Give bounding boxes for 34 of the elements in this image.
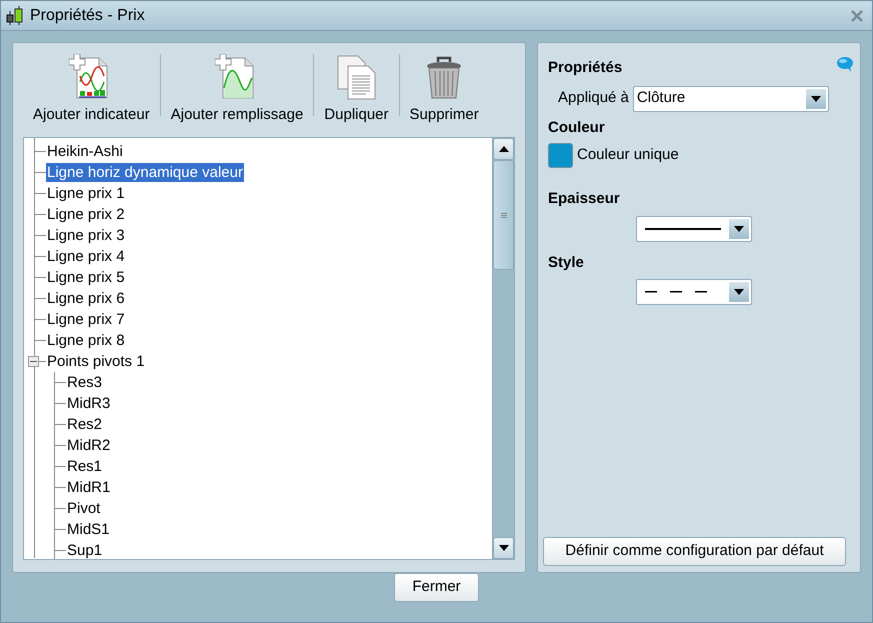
section-heading: Couleur	[548, 118, 606, 138]
tree-item[interactable]: MidR1	[66, 478, 112, 497]
tree-item[interactable]: Ligne prix 7	[46, 310, 126, 329]
tree-item[interactable]: Ligne prix 2	[46, 205, 126, 224]
tree-item[interactable]: Pivot	[66, 499, 102, 518]
default-config-button[interactable]: Définir comme configuration par défaut	[543, 537, 846, 566]
tree-item[interactable]: Ligne horiz dynamique valeur	[46, 163, 244, 182]
section-heading: Propriétés	[548, 58, 622, 78]
toolbar-button[interactable]: Dupliquer	[320, 54, 393, 126]
tree-item[interactable]: Res2	[66, 415, 104, 434]
close-button[interactable]: Fermer	[394, 573, 479, 602]
tree-item[interactable]: MidR3	[66, 394, 112, 413]
tree-item[interactable]: Heikin-Ashi	[46, 142, 124, 161]
applied-dropdown[interactable]: Clôture	[632, 86, 829, 112]
tree-item[interactable]: MidR2	[66, 436, 112, 455]
tree-item[interactable]: Ligne prix 8	[46, 331, 126, 350]
section-heading: Epaisseur	[548, 189, 621, 209]
tree-item[interactable]: Points pivots 1	[46, 352, 146, 371]
tree-item[interactable]: Ligne prix 3	[46, 226, 126, 245]
color-label: Couleur unique	[577, 145, 679, 166]
toolbar-button[interactable]: Supprimer	[406, 54, 483, 126]
tree-item[interactable]: Sup1	[66, 541, 104, 559]
tree-item[interactable]: MidS1	[66, 520, 111, 539]
tree-item[interactable]: Ligne prix 6	[46, 289, 126, 308]
tree-item[interactable]: Res1	[66, 457, 104, 476]
tree-item[interactable]: Ligne prix 1	[46, 184, 126, 203]
field-label: Appliqué à	[558, 88, 629, 108]
toolbar-button[interactable]: Ajouter indicateur	[29, 54, 154, 126]
tree-item[interactable]: Ligne prix 4	[46, 247, 126, 266]
section-heading: Style	[548, 252, 585, 272]
tree-item[interactable]: Ligne prix 5	[46, 268, 126, 287]
tree-item[interactable]: Res3	[66, 373, 104, 392]
toolbar-button[interactable]: Ajouter remplissage	[166, 54, 308, 126]
window-title: Propriétés - Prix	[30, 6, 145, 26]
